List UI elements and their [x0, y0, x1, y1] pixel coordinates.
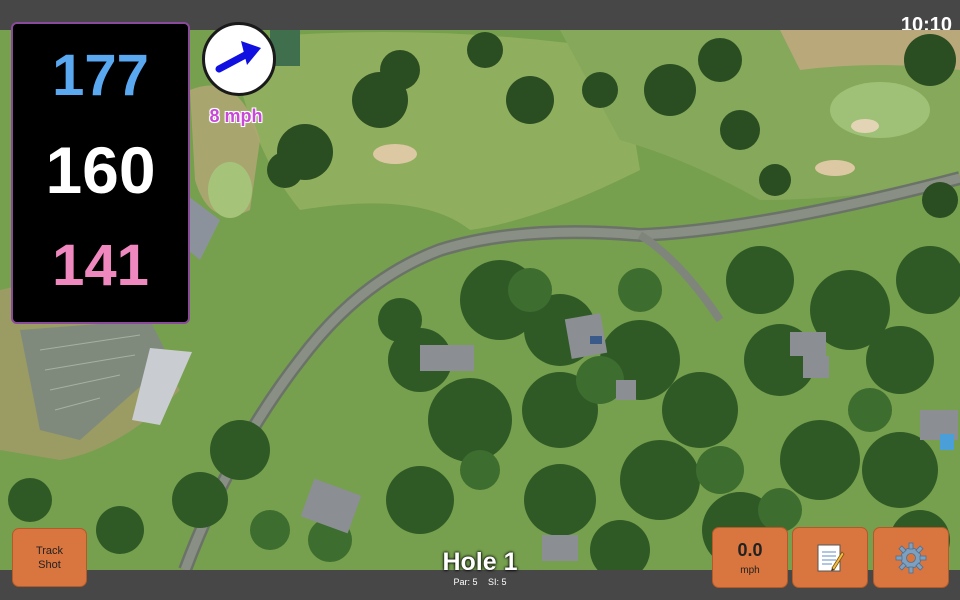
- golf-gps-screen: 10:10 177 160 141 8 mph Track Shot Hole …: [0, 0, 960, 600]
- speed-unit: mph: [740, 564, 760, 576]
- hole-par: Par: 5: [453, 577, 478, 587]
- notes-button[interactable]: [792, 527, 868, 588]
- wind-speed-label: 8 mph: [209, 106, 263, 126]
- middle-distance: 160: [45, 133, 156, 207]
- wind-direction-indicator: [202, 22, 276, 96]
- track-shot-label-line2: Shot: [38, 558, 61, 571]
- back-distance: 177: [52, 43, 149, 108]
- gear-icon: [895, 542, 927, 573]
- hole-details: Par: 5 SI: 5: [380, 577, 580, 587]
- hole-title: Hole 1: [442, 548, 518, 576]
- track-shot-label-line1: Track: [35, 544, 64, 557]
- front-distance: 141: [52, 233, 149, 298]
- distance-panel: 177 160 141: [11, 22, 190, 324]
- wind-direction-arrow-icon: [215, 41, 261, 73]
- notepad-icon: [817, 544, 845, 571]
- hole-stroke-index: SI: 5: [488, 577, 507, 587]
- wind-speed-button[interactable]: 0.0 mph: [712, 527, 788, 588]
- settings-button[interactable]: [873, 527, 949, 588]
- speed-value: 0.0: [737, 539, 763, 560]
- track-shot-button[interactable]: Track Shot: [12, 528, 87, 587]
